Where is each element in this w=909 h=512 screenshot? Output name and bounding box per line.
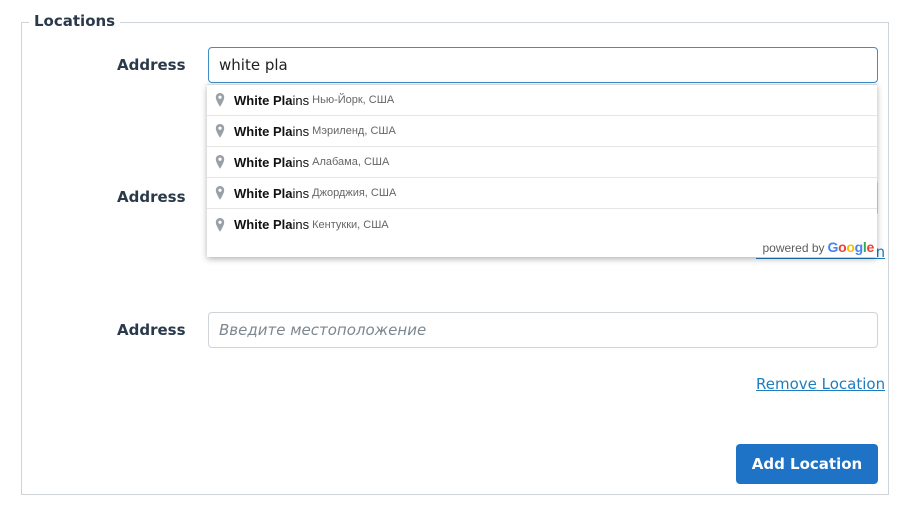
suggestion-item[interactable]: White Plains Алабама, США xyxy=(207,147,877,178)
google-logo-letter: e xyxy=(866,239,875,255)
google-logo: Google xyxy=(827,239,875,255)
suggestion-rest: ins xyxy=(292,92,310,108)
powered-by-google: powered by Google xyxy=(762,239,874,255)
add-location-button[interactable]: Add Location xyxy=(736,444,878,484)
powered-by-text: powered by xyxy=(762,241,825,255)
map-pin-icon xyxy=(213,185,227,201)
suggestion-secondary: Алабама, США xyxy=(312,156,390,168)
address-label-1: Address xyxy=(117,56,186,74)
google-logo-letter: G xyxy=(827,239,839,255)
suggestion-item[interactable]: White Plains Мэриленд, США xyxy=(207,116,877,147)
address-input-1[interactable]: white pla xyxy=(208,47,878,83)
map-pin-icon xyxy=(213,123,227,139)
google-logo-letter: o xyxy=(846,239,855,255)
map-pin-icon xyxy=(213,154,227,170)
suggestion-rest: ins xyxy=(292,217,310,232)
suggestion-secondary: Мэриленд, США xyxy=(312,125,396,137)
suggestion-item[interactable]: White Plains Кентукки, США xyxy=(207,209,877,240)
suggestion-rest: ins xyxy=(292,154,310,170)
suggestion-match: White Pla xyxy=(234,154,293,170)
google-logo-letter: g xyxy=(854,239,864,255)
suggestion-match: White Pla xyxy=(234,185,293,201)
suggestion-match: White Pla xyxy=(234,92,293,108)
suggestion-match: White Pla xyxy=(234,217,293,232)
suggestion-rest: ins xyxy=(292,185,310,201)
locations-legend: Locations xyxy=(29,12,121,30)
suggestion-match: White Pla xyxy=(234,123,293,139)
suggestion-item[interactable]: White Plains Нью-Йорк, США xyxy=(207,85,877,116)
map-pin-icon xyxy=(213,92,227,108)
suggestion-rest: ins xyxy=(292,123,310,139)
address-label-3: Address xyxy=(117,321,186,339)
address-input-3[interactable]: Введите местоположение xyxy=(208,312,878,348)
suggestion-item[interactable]: White Plains Джорджия, США xyxy=(207,178,877,209)
remove-location-link-3[interactable]: Remove Location xyxy=(756,375,885,393)
address-input-3-placeholder: Введите местоположение xyxy=(219,321,427,339)
suggestion-secondary: Нью-Йорк, США xyxy=(312,94,395,106)
autocomplete-dropdown: White Plains Нью-Йорк, США White Plains … xyxy=(207,84,877,257)
suggestion-secondary: Джорджия, США xyxy=(312,187,397,199)
address-label-2: Address xyxy=(117,188,186,206)
map-pin-icon xyxy=(213,217,227,233)
suggestion-secondary: Кентукки, США xyxy=(312,218,389,231)
address-input-1-value: white pla xyxy=(219,56,288,74)
